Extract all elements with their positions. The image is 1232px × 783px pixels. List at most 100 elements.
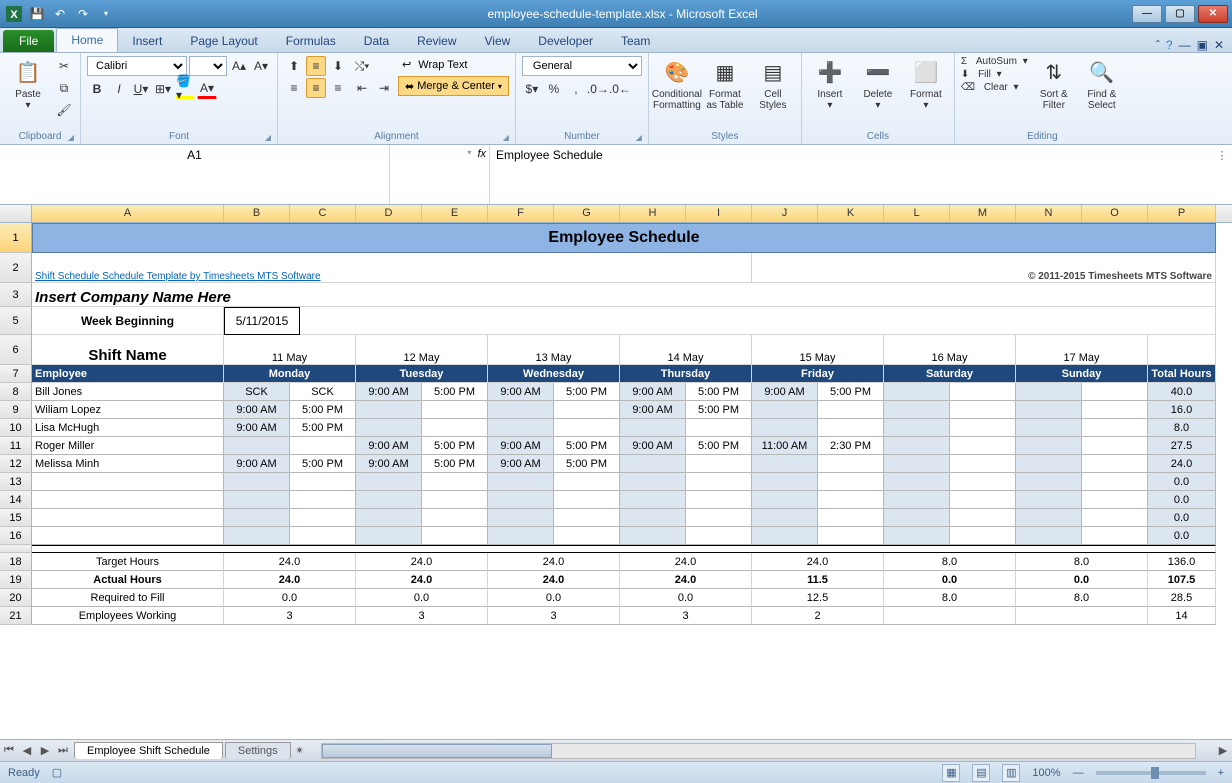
cell[interactable]: 0.0 <box>1148 527 1216 545</box>
cell[interactable] <box>818 509 884 527</box>
cell[interactable]: 0.0 <box>1148 473 1216 491</box>
cell[interactable] <box>620 491 686 509</box>
cell[interactable] <box>686 473 752 491</box>
cell[interactable]: 5:00 PM <box>554 437 620 455</box>
close-button[interactable]: ✕ <box>1198 5 1228 23</box>
cell[interactable]: 24.0 <box>224 571 356 589</box>
cell[interactable] <box>224 491 290 509</box>
cell[interactable] <box>32 509 224 527</box>
cell[interactable] <box>488 401 554 419</box>
cell[interactable]: SCK <box>290 383 356 401</box>
zoom-level[interactable]: 100% <box>1032 767 1060 779</box>
cell[interactable]: 11 May <box>224 335 356 365</box>
cell[interactable] <box>290 509 356 527</box>
cell[interactable] <box>32 545 1216 553</box>
col-header-C[interactable]: C <box>290 205 356 222</box>
font-name-select[interactable]: Calibri <box>87 56 187 76</box>
cell[interactable]: 5:00 PM <box>290 401 356 419</box>
row-header-18[interactable]: 18 <box>0 553 32 571</box>
align-right-icon[interactable]: ≡ <box>328 78 348 98</box>
cell[interactable] <box>752 455 818 473</box>
cell[interactable] <box>422 473 488 491</box>
cell[interactable] <box>950 509 1016 527</box>
week-begin-date[interactable]: 5/11/2015 <box>224 307 300 335</box>
cell[interactable] <box>290 527 356 545</box>
cell[interactable]: 40.0 <box>1148 383 1216 401</box>
cell[interactable] <box>1082 437 1148 455</box>
cell[interactable] <box>554 419 620 437</box>
cell[interactable] <box>884 383 950 401</box>
cell[interactable]: 11.5 <box>752 571 884 589</box>
zoom-slider[interactable] <box>1096 771 1206 775</box>
tab-nav-first-icon[interactable]: ⏮ <box>0 742 18 760</box>
excel-icon[interactable]: X <box>4 4 24 24</box>
cell[interactable] <box>950 383 1016 401</box>
cell[interactable] <box>290 437 356 455</box>
cell[interactable] <box>290 473 356 491</box>
cell[interactable]: Total Hours <box>1148 365 1216 383</box>
row-header-7[interactable]: 7 <box>0 365 32 383</box>
cell[interactable] <box>1082 383 1148 401</box>
cell[interactable]: 3 <box>620 607 752 625</box>
cell[interactable]: 9:00 AM <box>224 419 290 437</box>
col-header-E[interactable]: E <box>422 205 488 222</box>
tab-nav-next-icon[interactable]: ▶ <box>36 742 54 760</box>
cell[interactable]: 14 May <box>620 335 752 365</box>
cell[interactable] <box>950 437 1016 455</box>
cell[interactable]: 0.0 <box>884 571 1016 589</box>
cell[interactable] <box>884 437 950 455</box>
cell[interactable]: Target Hours <box>32 553 224 571</box>
delete-cells-button[interactable]: ➖Delete▾ <box>856 56 900 111</box>
fx-icon[interactable]: fx <box>477 148 486 160</box>
cell[interactable]: 12.5 <box>752 589 884 607</box>
cell[interactable] <box>422 401 488 419</box>
file-tab[interactable]: File <box>3 30 54 52</box>
cell[interactable]: 5:00 PM <box>686 401 752 419</box>
cell[interactable] <box>1016 383 1082 401</box>
cell[interactable]: 24.0 <box>356 553 488 571</box>
tab-insert[interactable]: Insert <box>118 30 176 52</box>
cell[interactable] <box>686 509 752 527</box>
cell[interactable] <box>300 307 1216 335</box>
cell[interactable]: 2:30 PM <box>818 437 884 455</box>
horizontal-scrollbar[interactable] <box>321 743 1196 759</box>
cell[interactable] <box>752 509 818 527</box>
cell[interactable] <box>884 473 950 491</box>
mdi-restore-icon[interactable]: ▣ <box>1197 38 1208 52</box>
cell[interactable] <box>1016 419 1082 437</box>
row-header-21[interactable]: 21 <box>0 607 32 625</box>
cell[interactable]: 0.0 <box>1148 509 1216 527</box>
cell[interactable] <box>818 455 884 473</box>
cell[interactable]: Actual Hours <box>32 571 224 589</box>
tab-team[interactable]: Team <box>607 30 664 52</box>
cell[interactable] <box>356 473 422 491</box>
cell[interactable]: 3 <box>356 607 488 625</box>
cell[interactable]: 9:00 AM <box>356 455 422 473</box>
cell[interactable] <box>1082 527 1148 545</box>
cell[interactable]: 8.0 <box>1016 553 1148 571</box>
col-header-H[interactable]: H <box>620 205 686 222</box>
cell[interactable] <box>1148 335 1216 365</box>
cell[interactable] <box>1082 455 1148 473</box>
cell[interactable]: 24.0 <box>488 553 620 571</box>
cell[interactable]: Employee <box>32 365 224 383</box>
tab-data[interactable]: Data <box>350 30 403 52</box>
cell[interactable]: Wednesday <box>488 365 620 383</box>
clipboard-dialog-icon[interactable]: ◢ <box>68 133 74 142</box>
cell[interactable]: 5:00 PM <box>290 455 356 473</box>
cell[interactable] <box>554 509 620 527</box>
cell[interactable]: Employees Working <box>32 607 224 625</box>
autosum-button[interactable]: Σ AutoSum ▾ <box>961 56 1028 67</box>
cell[interactable]: 9:00 AM <box>356 383 422 401</box>
row-header-2[interactable]: 2 <box>0 253 32 283</box>
col-header-N[interactable]: N <box>1016 205 1082 222</box>
row-header-16[interactable]: 16 <box>0 527 32 545</box>
cell[interactable]: 5:00 PM <box>422 437 488 455</box>
save-icon[interactable]: 💾 <box>27 4 47 24</box>
cell[interactable] <box>884 509 950 527</box>
col-header-J[interactable]: J <box>752 205 818 222</box>
cell[interactable] <box>884 491 950 509</box>
cell[interactable] <box>950 455 1016 473</box>
template-link[interactable]: Shift Schedule Schedule Template by Time… <box>32 253 752 283</box>
help-icon[interactable]: ? <box>1166 38 1173 52</box>
